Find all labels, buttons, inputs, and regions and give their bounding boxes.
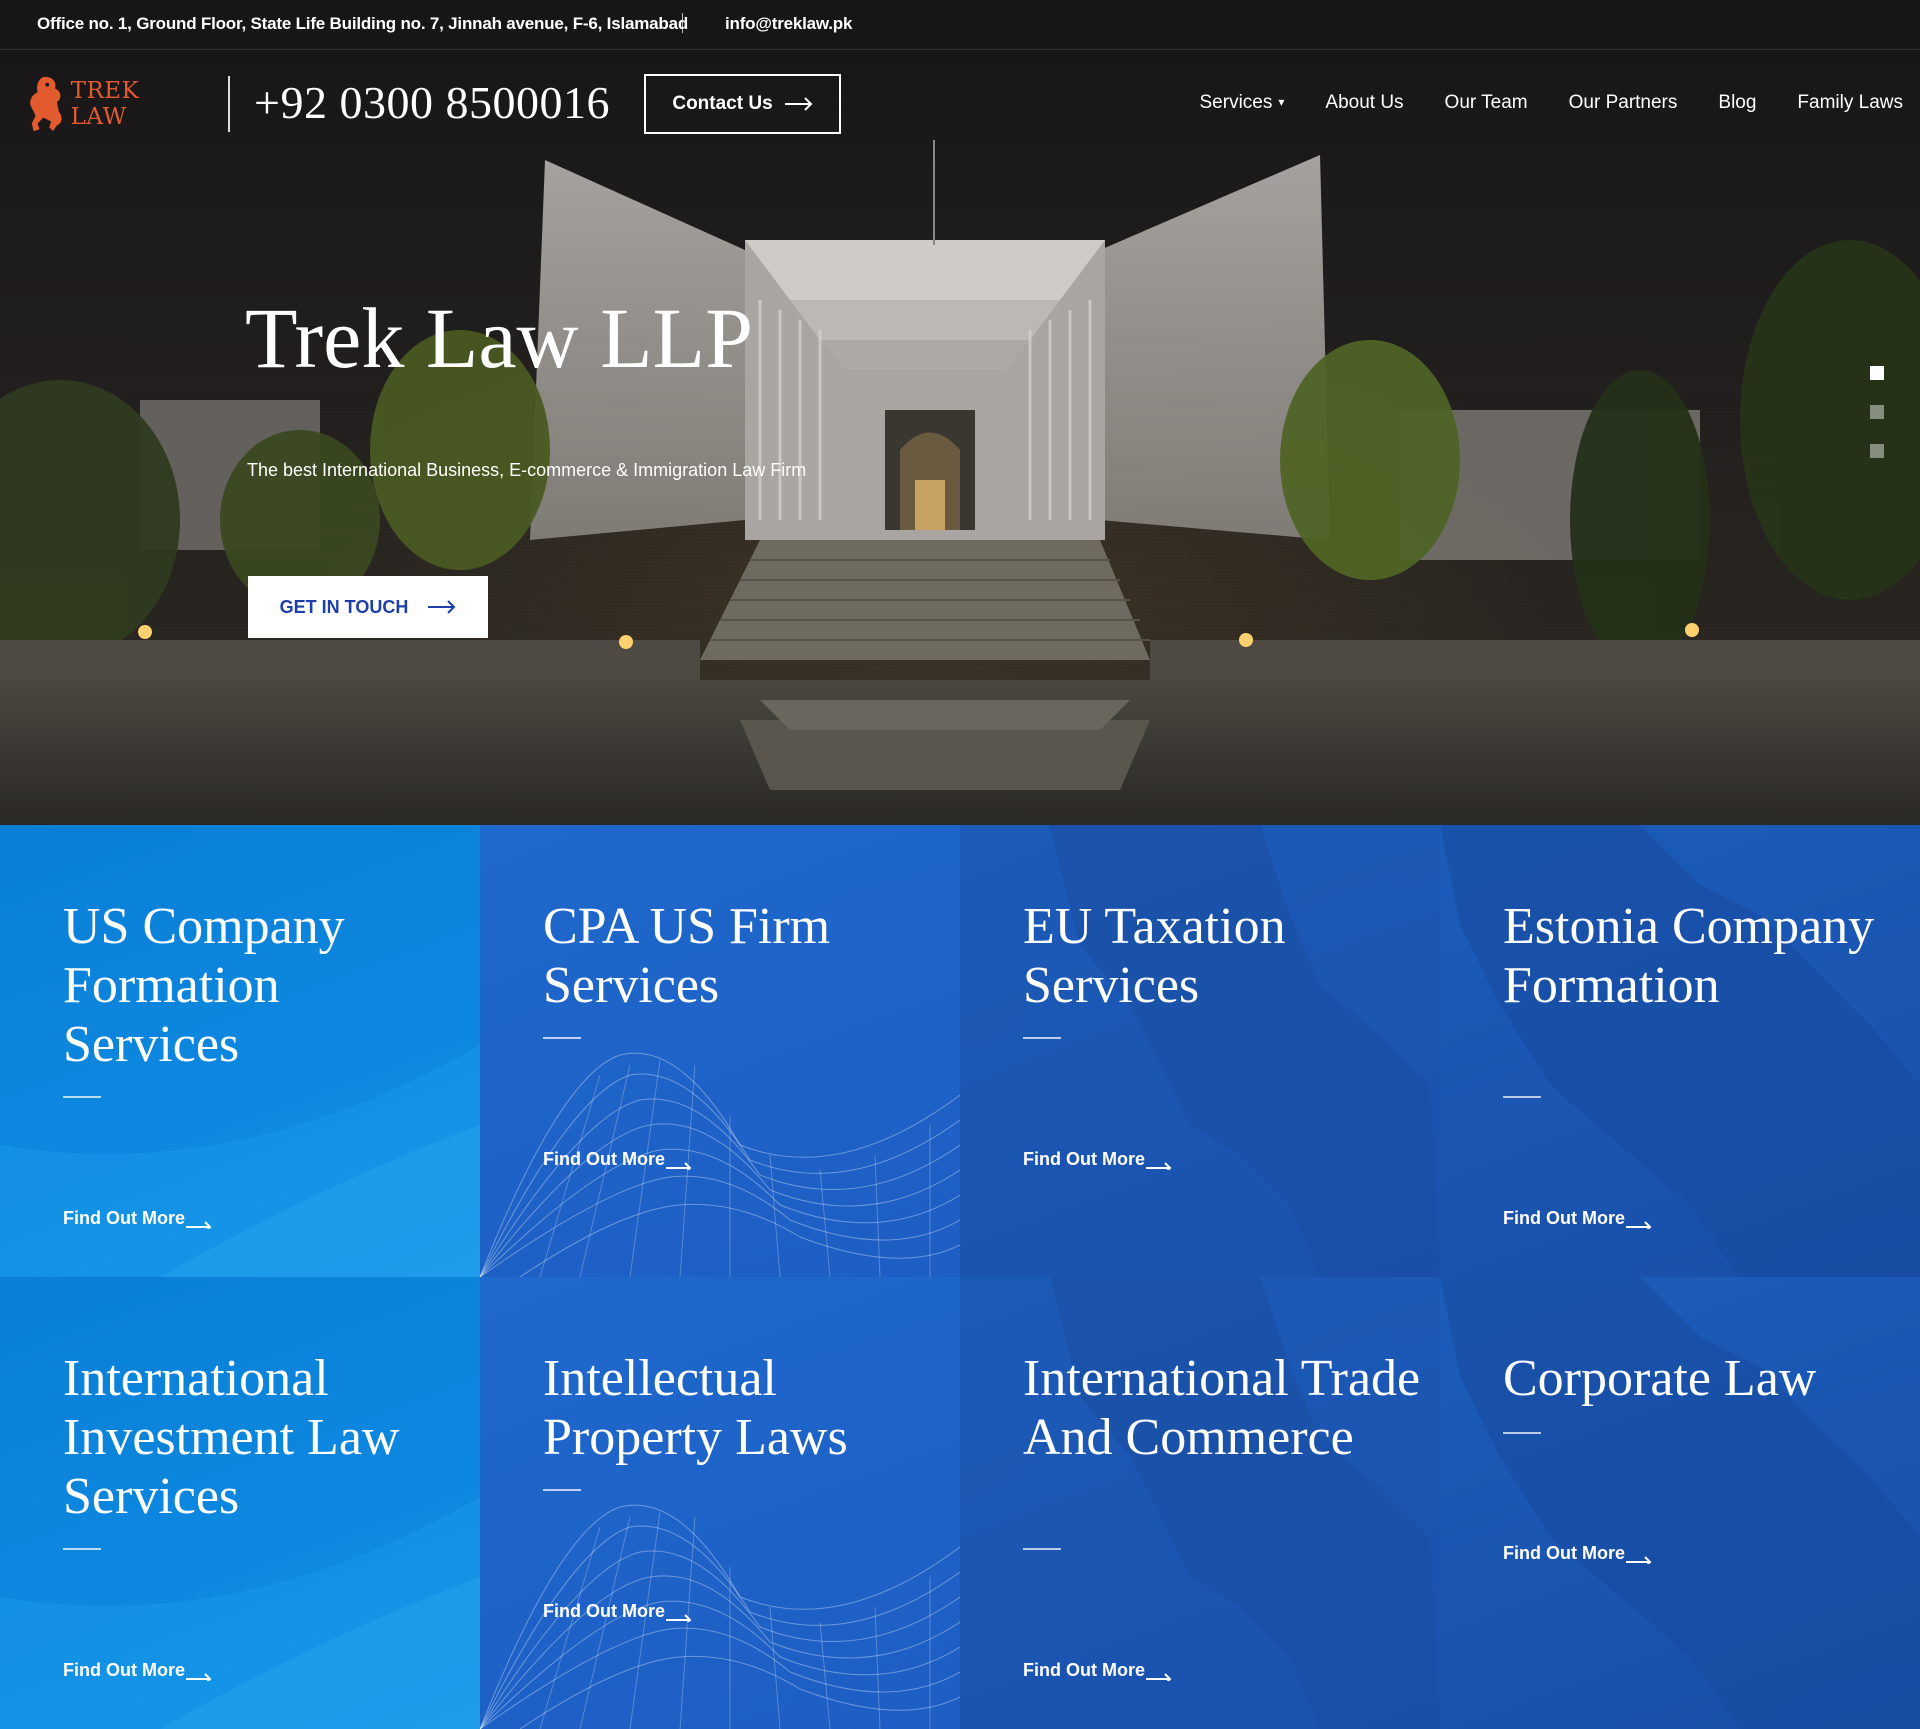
logo-text: TREK LAW [70,78,140,130]
services-grid: US Company Formation Services Find Out M… [0,825,1920,1729]
find-out-more-link[interactable]: Find Out More [1503,1543,1652,1564]
nav-our-team[interactable]: Our Team [1445,92,1528,114]
title-underline [1503,1432,1541,1434]
service-card-corporate-law[interactable]: Corporate Law Find Out More [1440,1277,1920,1729]
map-decoration [1440,1277,1920,1729]
slider-pagination [1870,366,1884,483]
get-in-touch-button[interactable]: GET IN TOUCH [248,576,488,638]
mesh-decoration [480,1504,960,1729]
main-nav: Services ▾ About Us Our Team Our Partners… [1200,92,1904,114]
service-title: Estonia Company Formation [1503,898,1875,1014]
service-title: International Trade And Commerce [1023,1350,1421,1466]
title-underline [63,1548,101,1550]
contact-us-label: Contact Us [672,93,773,114]
service-title: US Company Formation Services [63,898,345,1073]
find-out-more-label: Find Out More [1023,1149,1145,1169]
find-out-more-label: Find Out More [63,1208,185,1228]
title-underline [1503,1096,1541,1098]
hero-section: Office no. 1, Ground Floor, State Life B… [0,0,1920,825]
arrow-right-icon [1145,1673,1172,1681]
service-card-eu-taxation[interactable]: EU Taxation Services Find Out More [960,825,1440,1277]
mesh-decoration [480,1052,960,1277]
find-out-more-label: Find Out More [1503,1543,1625,1563]
arrow-right-icon [1625,1221,1652,1229]
find-out-more-label: Find Out More [543,1601,665,1621]
nav-about-us[interactable]: About Us [1325,92,1403,114]
arrow-right-icon [665,1162,692,1170]
title-underline [1023,1548,1061,1550]
find-out-more-label: Find Out More [1023,1660,1145,1680]
service-card-international-investment-law[interactable]: International Investment Law Services Fi… [0,1277,480,1729]
arrow-right-icon [428,600,456,614]
service-card-international-trade[interactable]: International Trade And Commerce Find Ou… [960,1277,1440,1729]
find-out-more-link[interactable]: Find Out More [1023,1149,1172,1170]
arrow-right-icon [1625,1556,1652,1564]
find-out-more-label: Find Out More [63,1660,185,1680]
find-out-more-label: Find Out More [543,1149,665,1169]
nav-services[interactable]: Services ▾ [1200,92,1285,114]
title-underline [543,1037,581,1039]
service-title: CPA US Firm Services [543,898,831,1014]
service-card-estonia-company-formation[interactable]: Estonia Company Formation Find Out More [1440,825,1920,1277]
slider-dot-2[interactable] [1870,405,1884,419]
arrow-right-icon [185,1221,212,1229]
service-title: EU Taxation Services [1023,898,1286,1014]
find-out-more-link[interactable]: Find Out More [63,1208,212,1229]
service-title: Intellectual Property Laws [543,1350,848,1466]
header-divider [228,76,230,132]
office-address: Office no. 1, Ground Floor, State Life B… [37,14,689,33]
service-title: Corporate Law [1503,1350,1817,1407]
service-title: International Investment Law Services [63,1350,400,1525]
find-out-more-link[interactable]: Find Out More [1503,1208,1652,1229]
nav-services-label: Services [1199,92,1273,113]
phone-number[interactable]: +92 0300 8500016 [254,76,610,129]
slider-dot-3[interactable] [1870,444,1884,458]
nav-blog[interactable]: Blog [1718,92,1756,114]
find-out-more-link[interactable]: Find Out More [543,1149,692,1170]
nav-our-partners[interactable]: Our Partners [1569,92,1678,114]
title-underline [1023,1037,1061,1039]
divider [682,13,683,33]
hero-subtitle: The best International Business, E-comme… [247,460,807,480]
find-out-more-link[interactable]: Find Out More [63,1660,212,1681]
arrow-right-icon [185,1673,212,1681]
contact-us-button[interactable]: Contact Us [644,74,841,134]
service-card-intellectual-property[interactable]: Intellectual Property Laws Find Out More [480,1277,960,1729]
find-out-more-label: Find Out More [1503,1208,1625,1228]
service-card-us-company-formation[interactable]: US Company Formation Services Find Out M… [0,825,480,1277]
logo-lion-icon [30,76,62,132]
arrow-right-icon [1145,1162,1172,1170]
hero-title: Trek Law LLP [245,290,754,386]
site-logo[interactable]: TREK LAW [24,72,199,136]
find-out-more-link[interactable]: Find Out More [1023,1660,1172,1681]
arrow-right-icon [665,1614,692,1622]
get-in-touch-label: GET IN TOUCH [279,596,409,617]
map-decoration [1050,825,1440,1277]
title-underline [63,1096,101,1098]
slider-dot-1[interactable] [1870,366,1884,380]
title-underline [543,1489,581,1491]
arrow-right-icon [784,97,813,111]
service-card-cpa-us-firm[interactable]: CPA US Firm Services Find Out More [480,825,960,1277]
top-info-bar: Office no. 1, Ground Floor, State Life B… [0,0,1920,50]
find-out-more-link[interactable]: Find Out More [543,1601,692,1622]
email-link[interactable]: info@treklaw.pk [725,14,852,34]
chevron-down-icon: ▾ [1278,95,1285,109]
nav-family-laws[interactable]: Family Laws [1797,92,1903,114]
